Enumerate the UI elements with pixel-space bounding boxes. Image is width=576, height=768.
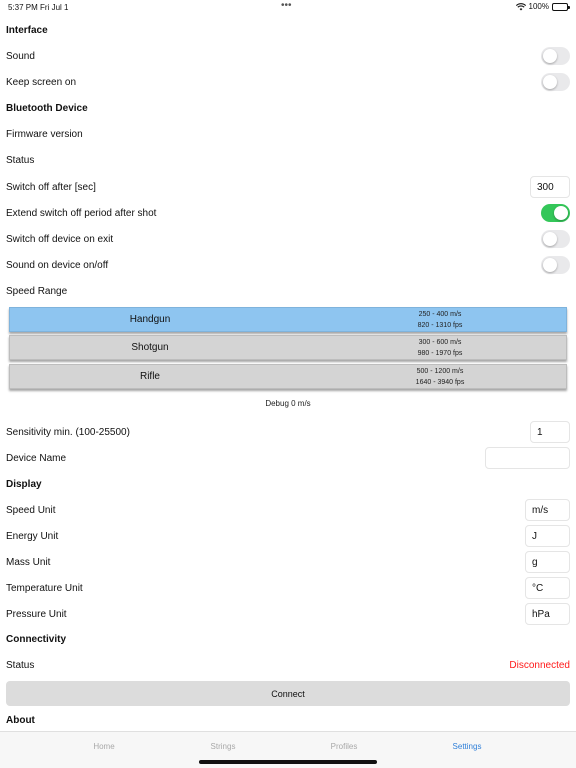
speed-range-ms: 250 - 400 m/s [418, 310, 462, 318]
sensitivity-input[interactable]: 1 [530, 421, 570, 443]
mass-unit-label: Mass Unit [6, 556, 51, 568]
pressure-unit-select[interactable]: hPa [525, 603, 570, 625]
switch-off-after-label: Switch off after [sec] [6, 181, 96, 193]
speed-range-shotgun[interactable]: Shotgun 300 - 600 m/s 980 - 1970 fps [9, 335, 567, 360]
section-title-interface: Interface [6, 24, 48, 36]
speed-range-rifle[interactable]: Rifle 500 - 1200 m/s 1640 - 3940 fps [9, 364, 567, 389]
sound-toggle[interactable] [541, 47, 570, 65]
speed-unit-select[interactable]: m/s [525, 499, 570, 521]
speed-unit-label: Speed Unit [6, 504, 56, 516]
speed-range-values: 300 - 600 m/s 980 - 1970 fps [380, 337, 500, 359]
section-title-bluetooth: Bluetooth Device [6, 102, 88, 114]
sensitivity-label: Sensitivity min. (100-25500) [6, 426, 130, 438]
row-switch-off-exit: Switch off device on exit [6, 226, 570, 252]
speed-range-fps: 980 - 1970 fps [417, 349, 463, 357]
switch-off-exit-label: Switch off device on exit [6, 233, 114, 245]
mass-unit-select[interactable]: g [525, 551, 570, 573]
extend-switch-off-toggle[interactable] [541, 204, 570, 222]
speed-range-fps: 820 - 1310 fps [417, 321, 463, 329]
status-time: 5:37 PM Fri Jul 1 [8, 3, 69, 12]
section-connectivity: Connectivity [6, 626, 570, 652]
section-bluetooth: Bluetooth Device [6, 95, 570, 121]
bt-status-label: Status [6, 154, 35, 166]
speed-range-ms: 500 - 1200 m/s [416, 367, 464, 375]
battery-icon [552, 2, 570, 11]
row-firmware: Firmware version [6, 121, 570, 147]
tab-settings[interactable]: Settings [427, 742, 507, 751]
row-pressure-unit: Pressure Unit hPa [6, 601, 570, 627]
row-connectivity-status: Status Disconnected [6, 652, 570, 678]
row-speed-range: Speed Range [6, 278, 570, 304]
connect-button[interactable]: Connect [6, 681, 570, 706]
pressure-unit-label: Pressure Unit [6, 608, 67, 620]
home-indicator [199, 760, 377, 764]
row-keep-screen-on: Keep screen on [6, 69, 570, 95]
speed-range-fps: 1640 - 3940 fps [415, 378, 465, 386]
switch-off-exit-toggle[interactable] [541, 230, 570, 248]
row-bt-status: Status [6, 147, 570, 173]
section-interface: Interface [6, 17, 570, 43]
extend-switch-off-label: Extend switch off period after shot [6, 207, 157, 219]
row-speed-unit: Speed Unit m/s [6, 497, 570, 523]
section-title-connectivity: Connectivity [6, 633, 67, 645]
energy-unit-label: Energy Unit [6, 530, 59, 542]
battery-percent: 100% [528, 2, 549, 11]
row-sound-on-off: Sound on device on/off [6, 252, 570, 278]
keep-screen-on-toggle[interactable] [541, 73, 570, 91]
row-mass-unit: Mass Unit g [6, 549, 570, 575]
speed-range-values: 250 - 400 m/s 820 - 1310 fps [380, 309, 500, 331]
keep-screen-on-label: Keep screen on [6, 76, 77, 88]
speed-range-ms: 300 - 600 m/s [418, 338, 462, 346]
connectivity-status-label: Status [6, 659, 35, 671]
speed-range-name: Shotgun [131, 342, 169, 353]
speed-range-handgun[interactable]: Handgun 250 - 400 m/s 820 - 1310 fps [9, 307, 567, 332]
multitasking-dots-icon[interactable]: ••• [281, 0, 292, 11]
energy-unit-select[interactable]: J [525, 525, 570, 547]
speed-range-values: 500 - 1200 m/s 1640 - 3940 fps [380, 366, 500, 388]
tab-home[interactable]: Home [64, 742, 144, 751]
row-temperature-unit: Temperature Unit °C [6, 575, 570, 601]
status-right: 100% [515, 2, 570, 11]
temperature-unit-select[interactable]: °C [525, 577, 570, 599]
device-name-label: Device Name [6, 452, 67, 464]
section-about: About [6, 707, 570, 733]
debug-readout: Debug 0 m/s [265, 399, 311, 408]
connectivity-status-value: Disconnected [509, 659, 570, 671]
row-switch-off-after: Switch off after [sec] 300 [6, 174, 570, 200]
device-name-input[interactable] [485, 447, 570, 469]
wifi-icon [515, 2, 526, 10]
switch-off-after-input[interactable]: 300 [530, 176, 570, 198]
section-display: Display [6, 471, 570, 497]
sound-on-off-label: Sound on device on/off [6, 259, 109, 271]
speed-range-name: Rifle [139, 371, 160, 382]
speed-range-name: Handgun [129, 314, 171, 325]
row-energy-unit: Energy Unit J [6, 523, 570, 549]
row-extend-switch-off: Extend switch off period after shot [6, 200, 570, 226]
section-title-display: Display [6, 478, 42, 490]
section-title-about: About [6, 714, 35, 726]
row-sensitivity: Sensitivity min. (100-25500) 1 [6, 419, 570, 445]
status-bar: 5:37 PM Fri Jul 1 ••• 100% [0, 0, 576, 14]
tab-profiles[interactable]: Profiles [304, 742, 384, 751]
temperature-unit-label: Temperature Unit [6, 582, 83, 594]
row-device-name: Device Name [6, 445, 570, 471]
tab-strings[interactable]: Strings [183, 742, 263, 751]
row-sound: Sound [6, 43, 570, 69]
sound-label: Sound [6, 50, 35, 62]
sound-on-off-toggle[interactable] [541, 256, 570, 274]
speed-range-label: Speed Range [6, 285, 68, 297]
firmware-label: Firmware version [6, 128, 83, 140]
